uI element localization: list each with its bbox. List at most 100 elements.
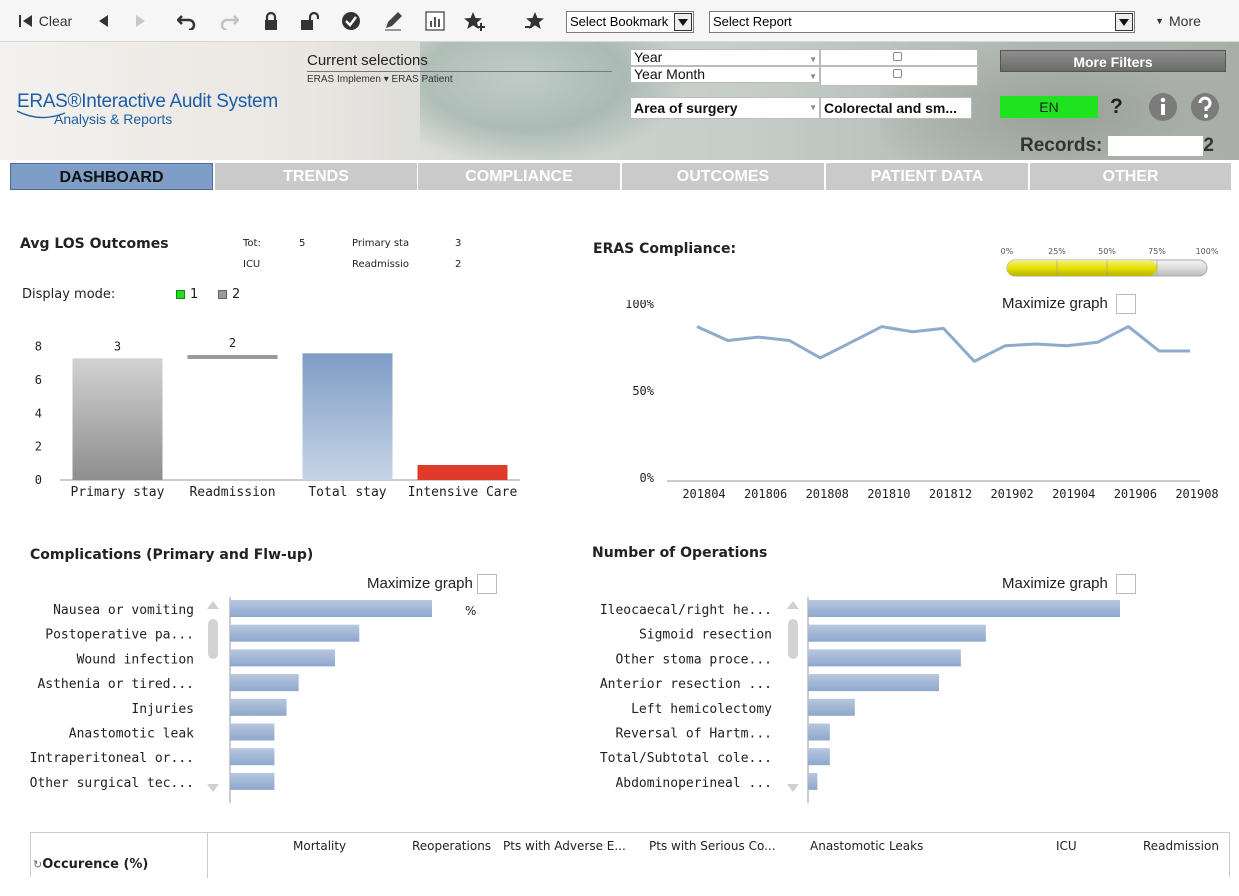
y-category-label: Reversal of Hartm... <box>615 727 772 742</box>
year-value-field[interactable] <box>820 49 978 66</box>
y-category-label: Wound infection <box>77 652 194 667</box>
los-primary-value: 3 <box>455 238 462 249</box>
apply-button[interactable] <box>338 8 364 34</box>
x-tick-label: 201812 <box>929 487 972 501</box>
los-bar-chart: 0 2 4 6 8 3 Primary stay 2 Readmission Total stay… <box>35 336 520 500</box>
bar <box>230 674 299 692</box>
add-bookmark-button[interactable] <box>462 8 488 34</box>
undo-button[interactable] <box>174 8 200 34</box>
bar <box>808 674 940 692</box>
current-selections-value: ERAS Implemen ▾ ERAS Patient <box>307 74 453 85</box>
y-category-label: Anterior resection ... <box>600 677 772 692</box>
bar <box>808 649 961 667</box>
help-question-icon[interactable]: ? <box>1110 95 1123 119</box>
scroll-down-icon <box>787 784 799 792</box>
checkbox-icon <box>893 52 902 61</box>
eras-logo: ERAS®Interactive Audit System Analysis &… <box>16 91 278 127</box>
tab-other[interactable]: OTHER <box>1030 163 1231 190</box>
bar <box>417 465 508 480</box>
tab-trends[interactable]: TRENDS <box>215 163 419 190</box>
x-tick-label: 201902 <box>990 487 1033 501</box>
edit-button[interactable] <box>380 8 406 34</box>
records-count: Records: 2 <box>1020 135 1214 157</box>
caret-down-icon: ▼ <box>1155 16 1164 26</box>
more-menu-button[interactable]: ▼ More <box>1148 8 1208 34</box>
complications-maximize-checkbox[interactable]: Maximize graph <box>367 574 497 594</box>
back-button[interactable] <box>92 8 114 34</box>
los-total-value: 5 <box>299 238 306 249</box>
chevron-down-icon <box>674 13 692 31</box>
remove-bookmark-button[interactable] <box>522 8 548 34</box>
y-tick-label: 50% <box>632 384 654 398</box>
los-icu-label: ICU <box>243 259 261 270</box>
display-mode-1-radio[interactable]: 1 <box>176 287 198 302</box>
scrollbar-thumb <box>208 619 218 659</box>
year-month-filter[interactable]: Year Month ▼ <box>630 66 820 83</box>
operations-maximize-checkbox[interactable]: Maximize graph <box>1002 574 1136 594</box>
year-month-filter-label: Year Month <box>634 66 706 82</box>
unlock-button[interactable] <box>296 8 322 34</box>
pencil-icon <box>385 12 402 31</box>
data-label: 3 <box>114 339 121 353</box>
bar-chart-icon <box>425 11 445 31</box>
clear-button[interactable]: Clear <box>14 8 76 34</box>
column-header[interactable]: Reoperations <box>412 839 491 853</box>
x-tick-label: 201808 <box>806 487 849 501</box>
check-circle-icon <box>342 12 360 30</box>
mode-1-label: 1 <box>190 287 199 302</box>
bookmark-select[interactable]: Select Bookmark <box>566 11 694 33</box>
bar <box>230 772 275 790</box>
lock-button[interactable] <box>258 8 284 34</box>
tab-patient-data[interactable]: PATIENT DATA <box>826 163 1030 190</box>
current-selections[interactable]: Current selections ERAS Implemen ▾ ERAS … <box>307 52 612 85</box>
column-header[interactable]: Pts with Serious Co... <box>649 839 776 853</box>
x-category-label: Total stay <box>308 485 386 500</box>
bar <box>230 624 360 642</box>
year-filter[interactable]: Year ▼ <box>630 49 820 66</box>
divider <box>307 71 612 72</box>
help-circle-icon[interactable] <box>1190 92 1220 122</box>
los-readmission-label: Readmissio <box>352 259 409 270</box>
redo-icon <box>220 15 239 30</box>
more-filters-button[interactable]: More Filters <box>1000 50 1226 72</box>
gauge-fill <box>1007 260 1157 276</box>
column-header[interactable]: Readmission <box>1143 839 1219 853</box>
area-of-surgery-filter[interactable]: Area of surgery ▼ <box>630 97 820 119</box>
area-filter-value: Colorectal and sm... <box>824 100 958 116</box>
back-arrow-icon <box>99 15 108 27</box>
area-of-surgery-value[interactable]: Colorectal and sm... <box>820 97 972 119</box>
column-header[interactable]: ICU <box>1056 839 1077 853</box>
gauge-tick-label: 0% <box>1001 247 1014 256</box>
column-header[interactable]: Mortality <box>293 839 346 853</box>
area-filter-label: Area of surgery <box>634 100 738 116</box>
language-button[interactable]: EN <box>1000 96 1098 118</box>
year-month-value-field[interactable] <box>820 66 978 86</box>
bar <box>808 772 818 790</box>
y-tick-label: 0% <box>640 471 655 485</box>
scrollbar-thumb <box>788 619 798 659</box>
maximize-label: Maximize graph <box>1002 574 1108 592</box>
dropdown-arrow-icon: ▼ <box>809 103 817 112</box>
y-category-label: Ileocaecal/right he... <box>600 603 772 618</box>
bar <box>808 600 1120 617</box>
x-tick-label: 201904 <box>1052 487 1095 501</box>
tab-outcomes[interactable]: OUTCOMES <box>622 163 826 190</box>
info-icon[interactable] <box>1148 92 1178 122</box>
tab-dashboard[interactable]: DASHBOARD <box>10 163 213 190</box>
report-select[interactable]: Select Report <box>709 11 1135 33</box>
clear-label: Clear <box>38 13 73 29</box>
chart-button[interactable] <box>422 8 448 34</box>
column-header[interactable]: Anastomotic Leaks <box>810 839 923 853</box>
cycle-icon: ↻ <box>33 858 43 871</box>
complications-bar-chart: Nausea or vomiting Postoperative pa... Wou… <box>30 597 432 803</box>
x-tick-label: 201804 <box>682 487 725 501</box>
divider <box>207 833 208 878</box>
redo-button[interactable] <box>216 8 242 34</box>
records-redaction <box>1108 135 1204 156</box>
display-mode-2-radio[interactable]: 2 <box>218 287 240 302</box>
tab-compliance[interactable]: COMPLIANCE <box>418 163 622 190</box>
operations-bar-chart: Ileocaecal/right he... Sigmoid resection O… <box>600 597 1120 803</box>
occurence-table: Mortality Reoperations Pts with Adverse … <box>30 832 1230 878</box>
column-header[interactable]: Pts with Adverse E... <box>503 839 626 853</box>
forward-button[interactable] <box>130 8 152 34</box>
